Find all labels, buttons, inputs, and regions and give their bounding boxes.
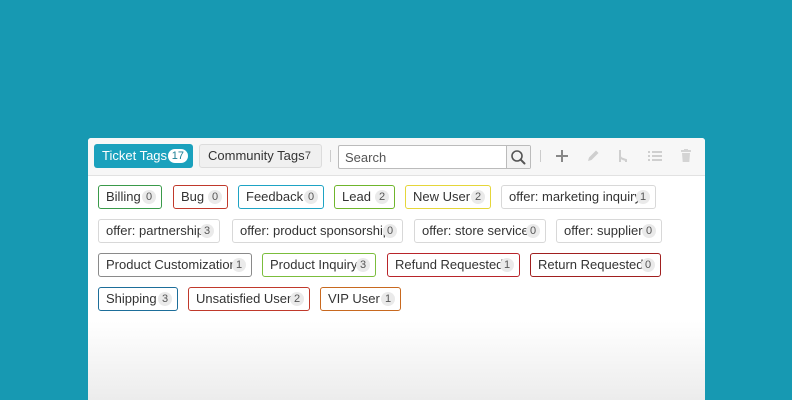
tag-label: Billing	[106, 189, 141, 204]
search-input[interactable]	[339, 146, 507, 168]
tag-label: Unsatisfied User	[196, 291, 292, 306]
search-button[interactable]	[506, 146, 530, 168]
tag-label: offer: store service	[422, 223, 529, 238]
tag-item[interactable]: Unsatisfied User 2	[188, 287, 310, 311]
tag-item[interactable]: Billing 0	[98, 185, 162, 209]
delete-tag-button[interactable]	[676, 146, 696, 166]
tag-item[interactable]: Return Requested 0	[530, 253, 661, 277]
tag-count-badge: 3	[200, 224, 214, 238]
divider	[540, 150, 541, 162]
add-tag-button[interactable]	[552, 146, 572, 166]
tag-item[interactable]: Product Customization 1	[98, 253, 252, 277]
tag-count-badge: 0	[526, 224, 540, 238]
tab-label: Ticket Tags	[102, 148, 168, 163]
tag-label: Shipping	[106, 291, 157, 306]
tag-item[interactable]: Product Inquiry 3	[262, 253, 376, 277]
tag-label: Feedback	[246, 189, 304, 204]
search-icon	[511, 150, 526, 165]
tag-item[interactable]: Refund Requested 1	[387, 253, 520, 277]
tag-count-badge: 0	[208, 190, 222, 204]
tag-label: Refund Requested	[395, 257, 504, 272]
search-box	[338, 145, 531, 169]
tag-count-badge: 0	[641, 258, 655, 272]
tag-item[interactable]: offer: store service 0	[414, 219, 546, 243]
tag-label: VIP User	[328, 291, 380, 306]
pencil-icon	[588, 150, 599, 161]
tag-count-badge: 1	[381, 292, 395, 306]
tag-item[interactable]: VIP User 1	[320, 287, 401, 311]
edit-tag-button[interactable]	[583, 146, 603, 166]
tag-count-badge: 3	[356, 258, 370, 272]
trash-icon	[681, 149, 691, 162]
tab-label: Community Tags	[208, 148, 305, 163]
tab-ticket-tags[interactable]: Ticket Tags 17	[94, 144, 193, 168]
toolbar: Ticket Tags 17 Community Tags 7	[88, 138, 705, 176]
tags-panel: Ticket Tags 17 Community Tags 7 Search B…	[88, 138, 705, 400]
tag-item[interactable]: Bug 0	[173, 185, 228, 209]
tag-count-badge: 2	[290, 292, 304, 306]
tag-item[interactable]: Lead 2	[334, 185, 395, 209]
tag-label: offer: partnership	[106, 223, 205, 238]
tag-item[interactable]: Shipping 3	[98, 287, 178, 311]
tag-label: Return Requested	[538, 257, 644, 272]
tag-count-badge: 1	[636, 190, 650, 204]
tag-count-badge: 1	[500, 258, 514, 272]
tag-count-badge: 1	[232, 258, 246, 272]
tag-item[interactable]: Feedback 0	[238, 185, 324, 209]
tag-count-badge: 0	[383, 224, 397, 238]
list-view-button[interactable]	[645, 146, 665, 166]
tag-label: offer: marketing inquiry	[509, 189, 641, 204]
tab-count-badge: 7	[304, 150, 311, 162]
tag-item[interactable]: offer: marketing inquiry 1	[501, 185, 656, 209]
tag-item[interactable]: offer: supplier 0	[556, 219, 662, 243]
tag-count-badge: 3	[158, 292, 172, 306]
tag-item[interactable]: offer: partnership 3	[98, 219, 220, 243]
tag-item[interactable]: offer: product sponsorship 0	[232, 219, 403, 243]
tag-label: offer: product sponsorship	[240, 223, 391, 238]
tag-count-badge: 0	[642, 224, 656, 238]
list-icon	[648, 151, 662, 161]
merge-tag-button[interactable]	[613, 146, 633, 166]
tag-label: Lead	[342, 189, 371, 204]
divider	[330, 150, 331, 162]
tag-label: offer: supplier	[564, 223, 643, 238]
tag-count-badge: 0	[142, 190, 156, 204]
tag-count-badge: 0	[304, 190, 318, 204]
tag-label: Product Customization	[106, 257, 237, 272]
merge-icon	[619, 150, 627, 162]
tag-count-badge: 2	[471, 190, 485, 204]
tag-label: Bug	[181, 189, 205, 204]
plus-icon	[556, 150, 568, 162]
tag-label: Product Inquiry	[270, 257, 358, 272]
tab-community-tags[interactable]: Community Tags 7	[199, 144, 322, 168]
tag-count-badge: 2	[375, 190, 389, 204]
tab-count-badge: 17	[167, 149, 188, 163]
tag-item[interactable]: New User 2	[405, 185, 491, 209]
tag-label: New User	[413, 189, 471, 204]
